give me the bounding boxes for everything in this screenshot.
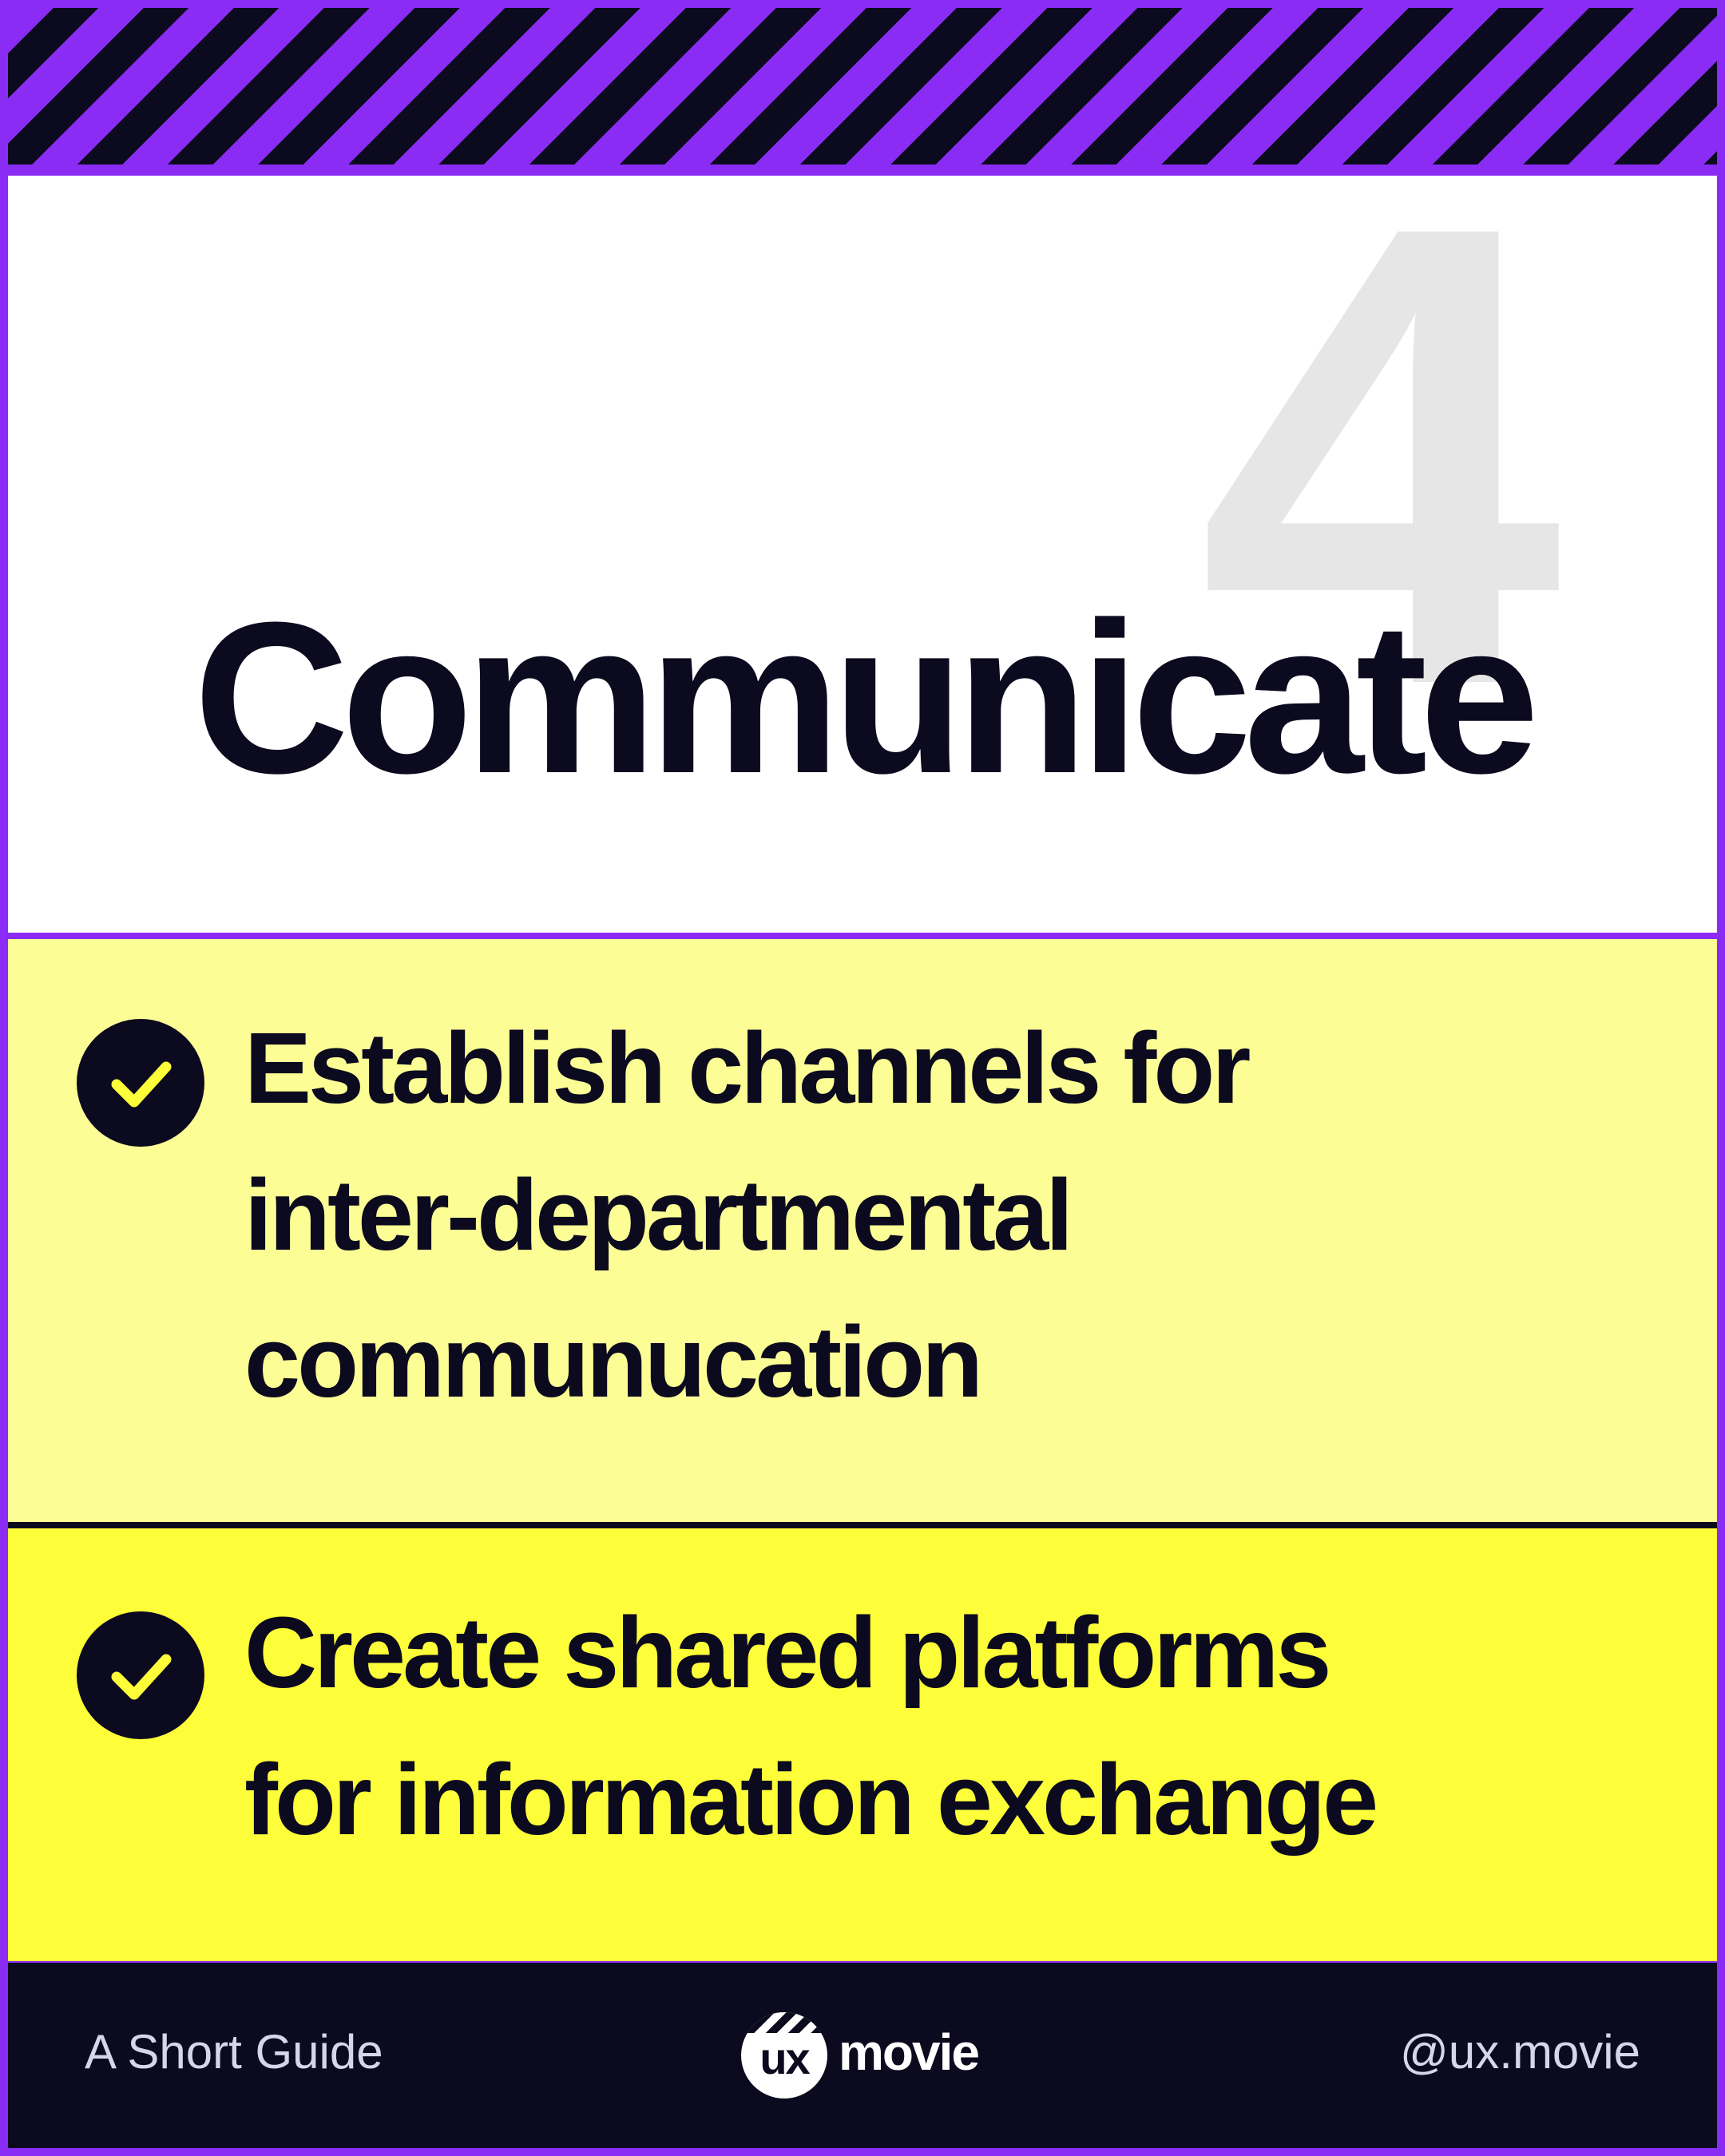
title-panel: 4 Communicate — [8, 176, 1717, 933]
card-frame: 4 Communicate Establish channels for int… — [0, 0, 1725, 2156]
logo-wordmark: movie — [839, 2023, 980, 2081]
check-circle-icon — [77, 1019, 204, 1147]
divider — [8, 1522, 1717, 1528]
page-title: Communicate — [193, 578, 1539, 818]
logo-badge-text: ux — [759, 2033, 810, 2083]
list-item-line: Create shared platforms — [244, 1596, 1331, 1709]
list-item: Create shared platforms for information … — [8, 1528, 1717, 1961]
footer: A Short Guide ux movie @ux.movie — [8, 1963, 1717, 2148]
footer-guide-label: A Short Guide — [85, 2025, 383, 2079]
list-item-text: Establish channels for inter-departmenta… — [244, 995, 1682, 1436]
list-item-line: communucation — [244, 1306, 983, 1418]
list-item: Establish channels for inter-departmenta… — [8, 939, 1717, 1522]
list-item-line: Establish channels for — [244, 1012, 1251, 1124]
list-item-text: Create shared platforms for information … — [244, 1579, 1682, 1873]
list-item-line: inter-departmental — [244, 1159, 1073, 1271]
clapperboard-icon: ux — [741, 2012, 827, 2099]
hazard-stripes-banner — [8, 8, 1717, 164]
brand-logo[interactable]: ux movie — [741, 2012, 1013, 2100]
clapper-stripes — [741, 2012, 827, 2033]
check-circle-icon — [77, 1611, 204, 1739]
list-item-line: for information exchange — [244, 1743, 1378, 1856]
social-handle-link[interactable]: @ux.movie — [1400, 2028, 1640, 2076]
